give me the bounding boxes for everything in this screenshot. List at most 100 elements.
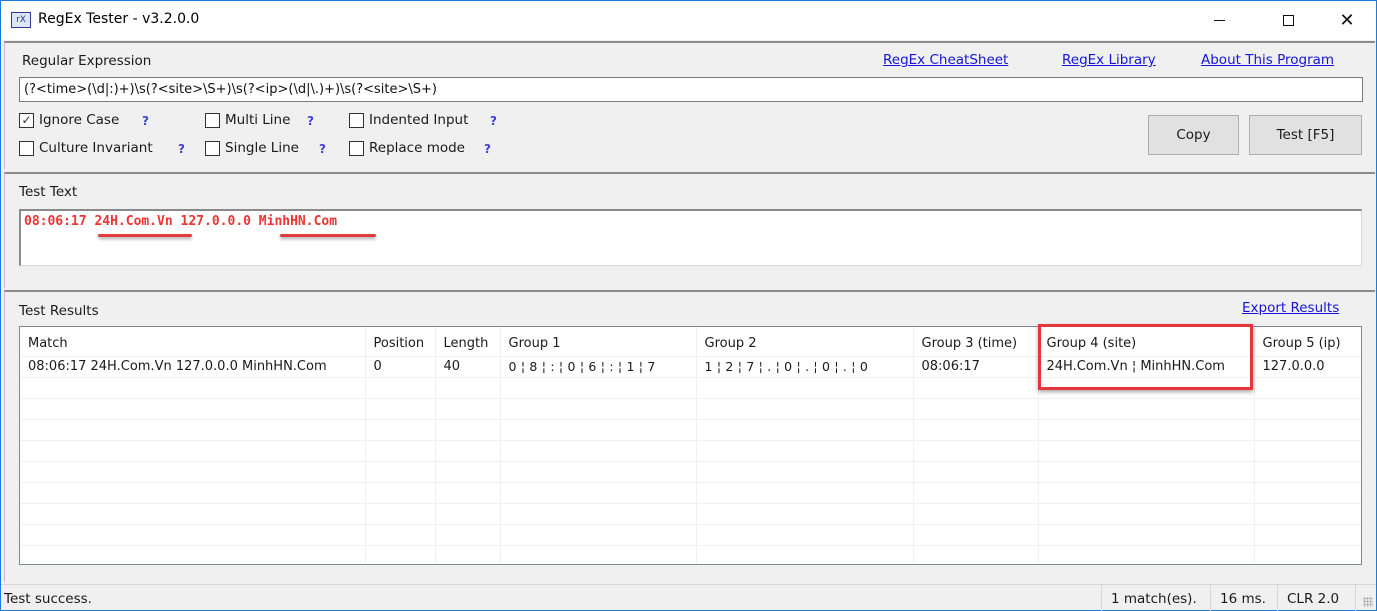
status-elapsed-time: 16 ms. <box>1210 585 1275 611</box>
culture-invariant-label: Culture Invariant <box>39 140 153 156</box>
empty-cell <box>500 482 697 504</box>
cell-position: 0 <box>365 356 436 378</box>
test-text-input[interactable]: 08:06:17 24H.Com.Vn 127.0.0.0 MinhHN.Com <box>19 209 1362 266</box>
regex-input[interactable] <box>19 77 1363 102</box>
empty-cell <box>1038 461 1255 483</box>
cell-group3-time: 08:06:17 <box>913 356 1039 378</box>
cell-match: 08:06:17 24H.Com.Vn 127.0.0.0 MinhHN.Com <box>20 356 366 378</box>
empty-cell <box>435 440 501 462</box>
empty-cell <box>1254 503 1361 525</box>
empty-cell <box>20 524 366 546</box>
empty-cell <box>913 524 1039 546</box>
empty-cell <box>1038 503 1255 525</box>
maximize-button[interactable] <box>1265 1 1311 40</box>
title-bar: rX RegEx Tester - v3.2.0.0 ✕ <box>1 1 1376 40</box>
ignore-case-checkbox[interactable]: ✓ Ignore Case <box>19 112 119 128</box>
empty-cell <box>1254 461 1361 483</box>
empty-cell <box>435 461 501 483</box>
close-icon: ✕ <box>1339 9 1355 31</box>
empty-cell <box>365 440 436 462</box>
empty-cell <box>1254 419 1361 441</box>
close-button[interactable]: ✕ <box>1324 1 1370 40</box>
empty-table-row <box>20 461 1361 483</box>
column-header-group4-site[interactable]: Group 4 (site) <box>1038 327 1255 357</box>
indented-input-checkbox[interactable]: Indented Input <box>349 112 468 128</box>
regex-cheatsheet-link[interactable]: RegEx CheatSheet <box>883 52 1008 68</box>
empty-cell <box>696 482 914 504</box>
column-header-group2[interactable]: Group 2 <box>696 327 914 357</box>
about-program-link[interactable]: About This Program <box>1201 52 1334 68</box>
window-title: RegEx Tester - v3.2.0.0 <box>38 11 200 27</box>
empty-cell <box>696 440 914 462</box>
regex-library-link[interactable]: RegEx Library <box>1062 52 1156 68</box>
cell-length: 40 <box>435 356 501 378</box>
empty-table-row <box>20 482 1361 504</box>
empty-cell <box>20 377 366 399</box>
copy-button[interactable]: Copy <box>1148 115 1239 155</box>
empty-cell <box>913 419 1039 441</box>
empty-cell <box>500 419 697 441</box>
column-header-group3-time[interactable]: Group 3 (time) <box>913 327 1039 357</box>
empty-cell <box>1038 398 1255 420</box>
empty-table-row <box>20 524 1361 546</box>
empty-cell <box>500 440 697 462</box>
empty-cell <box>365 503 436 525</box>
indented-input-help[interactable]: ? <box>490 114 497 128</box>
empty-cell <box>365 482 436 504</box>
export-results-link[interactable]: Export Results <box>1242 300 1339 316</box>
column-header-length[interactable]: Length <box>435 327 501 357</box>
empty-cell <box>435 503 501 525</box>
status-runtime: CLR 2.0 <box>1277 585 1348 611</box>
regex-panel: Regular Expression RegEx CheatSheet RegE… <box>4 41 1375 169</box>
resize-grip-icon[interactable] <box>1363 597 1373 607</box>
cell-group2: 1 ¦ 2 ¦ 7 ¦ . ¦ 0 ¦ . ¦ 0 ¦ . ¦ 0 <box>696 356 914 378</box>
ignore-case-help[interactable]: ? <box>142 114 149 128</box>
table-row[interactable]: 08:06:17 24H.Com.Vn 127.0.0.0 MinhHN.Com… <box>20 356 1361 378</box>
empty-cell <box>500 461 697 483</box>
column-header-group5-ip[interactable]: Group 5 (ip) <box>1254 327 1361 357</box>
empty-cell <box>913 440 1039 462</box>
culture-invariant-help[interactable]: ? <box>178 142 185 156</box>
replace-mode-help[interactable]: ? <box>484 142 491 156</box>
test-results-panel: Test Results Export Results Match Positi… <box>4 290 1375 582</box>
replace-mode-checkbox[interactable]: Replace mode <box>349 140 465 156</box>
empty-cell <box>1254 440 1361 462</box>
annotation-underline-24h <box>98 234 192 237</box>
indented-input-label: Indented Input <box>369 112 469 128</box>
empty-cell <box>20 398 366 420</box>
multi-line-help[interactable]: ? <box>307 114 314 128</box>
cell-group5-ip: 127.0.0.0 <box>1254 356 1361 378</box>
empty-table-row <box>20 440 1361 462</box>
culture-invariant-checkbox[interactable]: Culture Invariant <box>19 140 153 156</box>
status-match-count: 1 match(es). <box>1101 585 1206 611</box>
test-text-label: Test Text <box>19 184 78 200</box>
single-line-checkbox[interactable]: Single Line <box>205 140 299 156</box>
results-grid[interactable]: Match Position Length Group 1 Group 2 Gr… <box>19 326 1362 565</box>
status-message: Test success. <box>4 591 92 607</box>
empty-cell <box>1254 545 1361 564</box>
minimize-button[interactable] <box>1196 1 1242 40</box>
cell-group4-site: 24H.Com.Vn ¦ MinhHN.Com <box>1038 356 1255 378</box>
test-button[interactable]: Test [F5] <box>1249 115 1362 155</box>
empty-cell <box>20 482 366 504</box>
column-header-group1[interactable]: Group 1 <box>500 327 697 357</box>
column-header-position[interactable]: Position <box>365 327 436 357</box>
empty-cell <box>20 545 366 564</box>
empty-cell <box>435 545 501 564</box>
empty-cell <box>696 461 914 483</box>
empty-cell <box>365 419 436 441</box>
test-text-panel: Test Text 08:06:17 24H.Com.Vn 127.0.0.0 … <box>4 172 1375 288</box>
empty-cell <box>913 377 1039 399</box>
column-header-match[interactable]: Match <box>20 327 366 357</box>
empty-cell <box>500 524 697 546</box>
ignore-case-label: Ignore Case <box>39 112 120 128</box>
checkbox-checked-icon: ✓ <box>19 112 34 128</box>
empty-cell <box>696 524 914 546</box>
empty-cell <box>913 482 1039 504</box>
empty-cell <box>435 524 501 546</box>
multi-line-checkbox[interactable]: Multi Line <box>205 112 290 128</box>
empty-cell <box>696 377 914 399</box>
app-icon: rX <box>11 12 31 28</box>
single-line-help[interactable]: ? <box>319 142 326 156</box>
results-table: Match Position Length Group 1 Group 2 Gr… <box>20 327 1361 564</box>
